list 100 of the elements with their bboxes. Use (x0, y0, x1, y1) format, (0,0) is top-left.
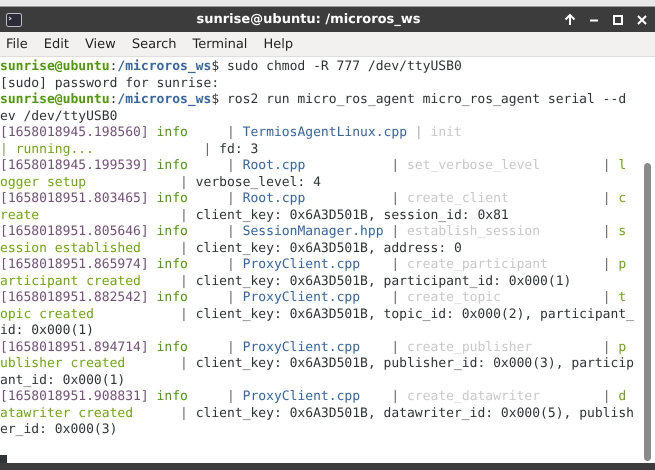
log-separator: | (602, 257, 612, 272)
log-separator: | (602, 290, 612, 305)
menu-item[interactable]: Search (128, 34, 184, 54)
terminal-text: client_key: 0x6A3D501B, participant_id: 0x000(1) (196, 274, 572, 288)
terminal-text: fd: 3 (219, 142, 258, 156)
log-source-file: Root.cpp (242, 158, 306, 173)
arrow-up-icon[interactable] (563, 12, 577, 26)
maximize-icon[interactable] (611, 12, 625, 26)
log-message: p (618, 257, 626, 272)
log-message: reate (0, 208, 40, 222)
log-separator: | (602, 224, 612, 239)
menu-item[interactable]: Terminal (188, 34, 256, 54)
log-separator: | (179, 306, 189, 322)
log-timestamp: [1658018951.805646] (0, 224, 150, 239)
log-source-file: ProxyClient.cpp (242, 290, 360, 305)
terminal-icon (6, 12, 22, 26)
log-separator: | (226, 290, 236, 305)
log-separator: | (602, 340, 612, 354)
log-separator: | (390, 340, 400, 354)
log-level: info (156, 389, 188, 404)
log-message: c (618, 191, 626, 206)
log-source-file: ProxyClient.cpp (242, 340, 360, 354)
terminal-text: client_key: 0x6A3D501B, session_id: 0x81 (196, 208, 509, 222)
log-separator: | (602, 191, 612, 206)
terminal-text: client_key: 0x6A3D501B, publisher_id: 0x000(3), particip (196, 356, 634, 371)
log-separator: | (390, 389, 400, 404)
log-separator: | (602, 158, 612, 173)
log-message: ublisher created (0, 356, 126, 371)
terminal-text: : (110, 59, 118, 74)
log-separator: | (179, 174, 189, 190)
log-source-file: ProxyClient.cpp (242, 257, 360, 272)
log-separator: | (226, 125, 236, 140)
terminal-text: ev /dev/ttyUSB0 (0, 108, 118, 124)
log-timestamp: [1658018945.199539] (0, 158, 150, 173)
log-separator: | (179, 356, 189, 371)
log-source-file: SessionManager.hpp (242, 224, 384, 239)
prompt-path: /microros_ws (117, 59, 212, 74)
log-separator: | (179, 240, 189, 256)
prompt-user: sunrise@ubuntu (0, 59, 110, 74)
log-separator: | (226, 389, 236, 404)
log-message: p (618, 340, 626, 354)
log-separator: | (179, 406, 189, 420)
log-level: info (156, 340, 188, 354)
log-level: info (156, 191, 188, 206)
log-separator: | (226, 158, 236, 173)
log-level: info (156, 257, 188, 272)
log-separator: | (179, 208, 189, 222)
log-level: info (156, 158, 188, 173)
terminal-text: $ ros2 run micro_ros_agent micro_ros_agent serial --d (211, 92, 626, 107)
terminal-text: verbose_level: 4 (196, 174, 321, 190)
log-timestamp: [1658018951.908831] (0, 389, 150, 404)
menu-item[interactable]: View (80, 34, 124, 54)
log-separator: | (390, 158, 400, 173)
log-separator: | (226, 340, 236, 354)
terminal-text: client_key: 0x6A3D501B, datawriter_id: 0x000(5), publish (196, 406, 634, 420)
log-separator: | (226, 257, 236, 272)
log-separator: | (414, 125, 424, 140)
log-separator: | (390, 224, 400, 239)
log-timestamp: [1658018945.198560] (0, 125, 150, 140)
log-separator: | (390, 257, 400, 272)
log-separator: | (390, 191, 400, 206)
terminal-text: : (110, 92, 118, 107)
prompt-user: sunrise@ubuntu (0, 92, 110, 107)
menu-item[interactable]: Help (259, 34, 302, 54)
close-icon[interactable] (635, 12, 649, 26)
menu-item[interactable]: File (2, 34, 36, 54)
log-timestamp: [1658018951.882542] (0, 290, 150, 305)
log-timestamp: [1658018951.803465] (0, 191, 150, 206)
log-level: info (156, 224, 188, 239)
log-separator: | (226, 191, 236, 206)
log-message: s (618, 224, 626, 239)
log-level: info (156, 290, 188, 305)
log-separator: | (179, 274, 189, 288)
log-separator: | (602, 389, 612, 404)
scrollbar-thumb[interactable] (644, 163, 651, 461)
log-message: atawriter created (0, 406, 134, 420)
window-title: sunrise@ubuntu: /microros_ws (195, 12, 422, 27)
terminal-text: er_id: 0x000(3) (0, 422, 118, 437)
log-separator: | (226, 224, 236, 239)
log-separator: | (0, 142, 9, 156)
menu-item[interactable]: Edit (40, 34, 77, 54)
terminal-text: client_key: 0x6A3D501B, topic_id: 0x000(2), participant_ (196, 306, 634, 322)
log-message: t (618, 290, 626, 305)
log-timestamp: [1658018951.865974] (0, 257, 150, 272)
terminal-text: id: 0x000(1) (0, 323, 94, 338)
log-message: ogger setup (0, 174, 86, 190)
log-separator: | (202, 142, 212, 156)
log-message: articipant created (0, 274, 141, 288)
log-source-file: TermiosAgentLinux.cpp (242, 125, 408, 140)
log-source-file: Root.cpp (242, 191, 306, 206)
log-message: running... (16, 142, 94, 156)
log-timestamp: [1658018951.894714] (0, 340, 150, 354)
terminal-text: [sudo] password for sunrise: (0, 76, 220, 90)
log-message: ession established (0, 240, 141, 256)
log-level: info (156, 125, 188, 140)
log-separator: | (390, 290, 400, 305)
terminal-text: client_key: 0x6A3D501B, address: 0 (196, 240, 462, 256)
log-message: l (618, 158, 626, 173)
terminal-text: ant_id: 0x000(1) (0, 372, 126, 388)
prompt-path: /microros_ws (117, 92, 212, 107)
